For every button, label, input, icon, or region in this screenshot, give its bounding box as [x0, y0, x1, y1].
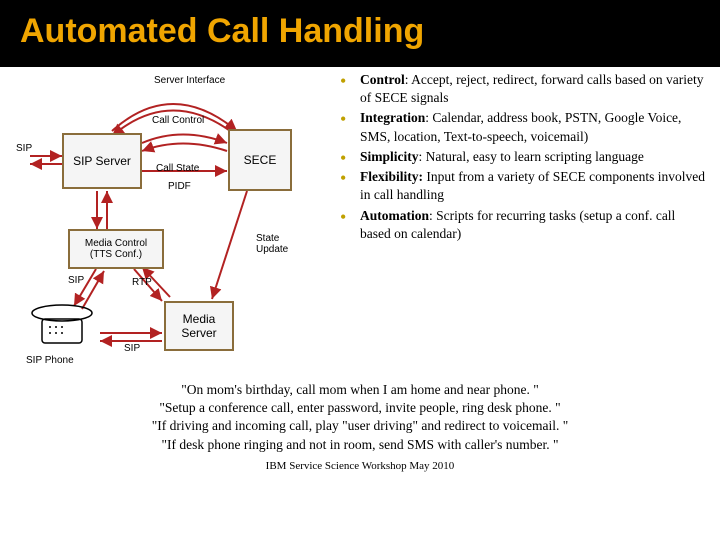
footer-text: IBM Service Science Workshop May 2010: [0, 460, 720, 472]
bullet-term: Control: [360, 72, 405, 87]
phone-icon: [24, 299, 100, 355]
label-state-update: State Update: [256, 233, 288, 255]
main-content: Server Interface SIP SIP Server Call Con…: [0, 67, 720, 371]
label-sip-bottom: SIP: [124, 343, 140, 354]
bullet-item: Integration: Calendar, address book, PST…: [340, 109, 708, 145]
label-sip-mid: SIP: [68, 275, 84, 286]
bullet-term: Automation: [360, 208, 429, 223]
box-media-server: Media Server: [164, 301, 234, 351]
box-sece: SECE: [228, 129, 292, 191]
label-sip-left: SIP: [16, 143, 32, 154]
quote-line: "If driving and incoming call, play "use…: [40, 417, 680, 435]
label-pidf: PIDF: [168, 181, 191, 192]
bullet-list: Control: Accept, reject, redirect, forwa…: [340, 71, 708, 371]
quote-line: "If desk phone ringing and not in room, …: [40, 436, 680, 454]
bullet-item: Control: Accept, reject, redirect, forwa…: [340, 71, 708, 107]
bullet-item: Automation: Scripts for recurring tasks …: [340, 207, 708, 243]
bullet-item: Flexibility: Input from a variety of SEC…: [340, 168, 708, 204]
label-sip-phone: SIP Phone: [26, 355, 74, 366]
box-media-control: Media Control (TTS Conf.): [68, 229, 164, 269]
bullet-term: Simplicity: [360, 149, 419, 164]
label-call-state: Call State: [156, 163, 199, 174]
box-sip-server: SIP Server: [62, 133, 142, 189]
quote-line: "Setup a conference call, enter password…: [40, 399, 680, 417]
architecture-diagram: Server Interface SIP SIP Server Call Con…: [12, 71, 332, 371]
title-bar: Automated Call Handling: [0, 0, 720, 67]
bullet-term: Integration: [360, 110, 425, 125]
example-quotes: "On mom's birthday, call mom when I am h…: [0, 381, 720, 454]
bullet-term: Flexibility:: [360, 169, 423, 184]
bullet-text: : Natural, easy to learn scripting langu…: [419, 149, 644, 164]
label-server-interface: Server Interface: [154, 75, 225, 86]
slide-title: Automated Call Handling: [20, 12, 700, 51]
bullet-text: : Accept, reject, redirect, forward call…: [360, 72, 704, 105]
quote-line: "On mom's birthday, call mom when I am h…: [40, 381, 680, 399]
bullet-item: Simplicity: Natural, easy to learn scrip…: [340, 148, 708, 166]
label-call-control: Call Control: [152, 115, 204, 126]
label-rtp: RTP: [132, 277, 152, 288]
